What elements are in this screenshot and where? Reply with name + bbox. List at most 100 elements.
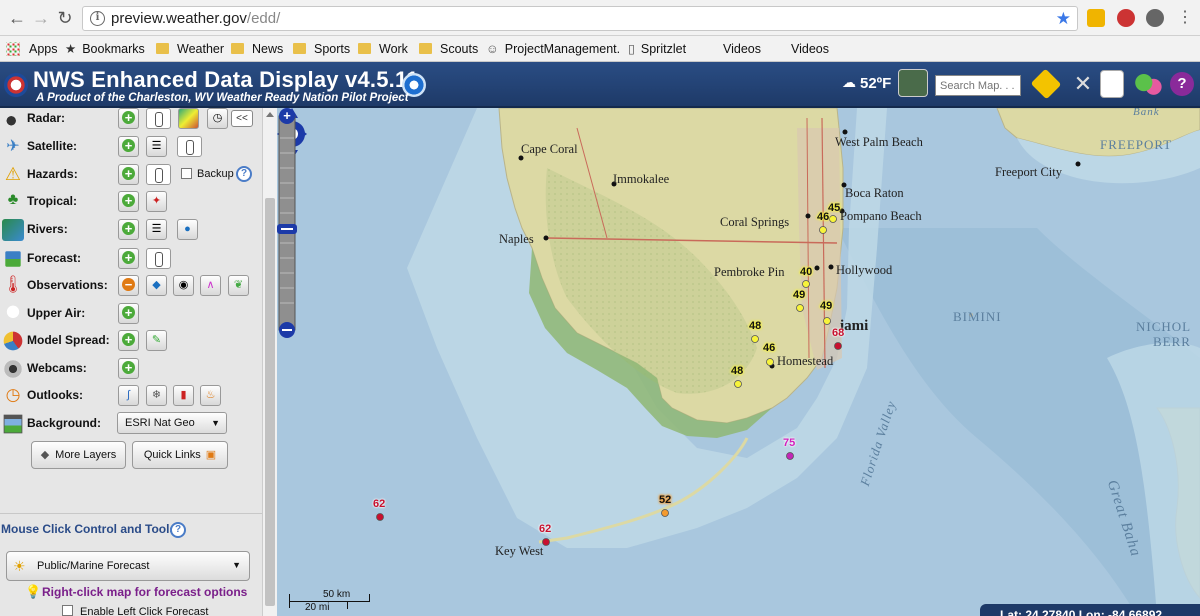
- bookmark-folder-scouts[interactable]: Scouts: [419, 40, 478, 58]
- river-icon: [2, 219, 24, 241]
- extension-icon[interactable]: [1117, 9, 1135, 27]
- rivers-list-button[interactable]: ☰: [146, 219, 167, 240]
- observation-value[interactable]: 49: [820, 300, 832, 312]
- forecast-opacity-slider[interactable]: [146, 248, 171, 269]
- hourglass-icon[interactable]: [898, 69, 928, 97]
- satellite-list-button[interactable]: ☰: [146, 136, 167, 157]
- radar-add-button[interactable]: [118, 108, 139, 129]
- observation-value[interactable]: 62: [539, 523, 551, 535]
- forecast-add-button[interactable]: [118, 248, 139, 269]
- bookmark-bookmarks[interactable]: ★ Bookmarks: [65, 40, 145, 58]
- tropical-add-button[interactable]: [118, 191, 139, 212]
- satellite-add-button[interactable]: [118, 136, 139, 157]
- backup-checkbox[interactable]: [181, 168, 192, 179]
- enable-left-click-checkbox[interactable]: [62, 605, 73, 616]
- rivers-flow-button[interactable]: ●: [177, 219, 198, 240]
- radar-collapse-button[interactable]: <<: [231, 110, 253, 127]
- water-drop-icon: ●: [184, 223, 191, 235]
- radar-loop-button[interactable]: ◷: [207, 108, 228, 129]
- observations-view-button[interactable]: ◉: [173, 275, 194, 296]
- chat-icon[interactable]: [1134, 70, 1162, 98]
- folder-icon: [293, 43, 306, 54]
- observation-value[interactable]: 75: [783, 437, 795, 449]
- zoom-slider[interactable]: +: [277, 108, 297, 338]
- forecast-type-select[interactable]: ☀ Public/Marine Forecast ▼: [6, 551, 250, 581]
- map-view[interactable]: + West Palm Beach Cape Coral Immokalee B…: [277, 108, 1200, 616]
- observation-value[interactable]: 52: [659, 494, 671, 506]
- extension-icon[interactable]: [1146, 9, 1164, 27]
- observation-value[interactable]: 46: [817, 211, 829, 223]
- webcams-add-button[interactable]: [118, 358, 139, 379]
- radar-opacity-slider[interactable]: [146, 108, 171, 129]
- search-map-input[interactable]: [935, 75, 1021, 96]
- observations-more-button[interactable]: ❦: [228, 275, 249, 296]
- bookmark-folder-weather[interactable]: Weather: [156, 40, 224, 58]
- more-layers-button[interactable]: ◆ More Layers: [31, 441, 126, 469]
- tropical-storm-button[interactable]: ✦: [146, 191, 167, 212]
- hazards-help-icon[interactable]: ?: [236, 166, 252, 182]
- help-icon[interactable]: ?: [1170, 72, 1194, 96]
- outlooks-tornado-button[interactable]: ∫: [118, 385, 139, 406]
- backup-label: Backup: [197, 168, 234, 180]
- back-arrow-icon[interactable]: ←: [6, 8, 28, 28]
- region-label: NICHOL: [1136, 319, 1192, 334]
- bookmark-folder-news[interactable]: News: [231, 40, 283, 58]
- city-label: iami: [840, 318, 869, 334]
- observation-value[interactable]: 45: [828, 202, 840, 214]
- layer-label-hazards: Hazards:: [27, 167, 78, 181]
- observation-value[interactable]: 62: [373, 498, 385, 510]
- forward-arrow-icon[interactable]: →: [30, 8, 52, 28]
- address-bar[interactable]: i preview.weather.gov/edd/ ★: [82, 6, 1078, 31]
- enable-left-click-option[interactable]: Enable Left Click Forecast: [62, 605, 208, 616]
- webcam-icon: [2, 358, 24, 380]
- site-info-icon[interactable]: i: [90, 11, 105, 26]
- background-select[interactable]: ESRI Nat Geo ▼: [117, 412, 227, 434]
- reload-icon[interactable]: ↻: [54, 8, 76, 28]
- scrollbar-thumb[interactable]: [265, 198, 275, 606]
- rivers-add-button[interactable]: [118, 219, 139, 240]
- road-hazard-icon[interactable]: [1030, 68, 1062, 100]
- extension-icon[interactable]: [1087, 9, 1105, 27]
- bookmark-project-management[interactable]: ☺ ProjectManagement.: [486, 40, 620, 58]
- bookmark-folder-sports[interactable]: Sports: [293, 40, 350, 58]
- menu-kebab-icon[interactable]: ⋮: [1174, 8, 1196, 28]
- url-host: preview.weather.gov: [111, 10, 247, 27]
- list-icon[interactable]: [1100, 70, 1124, 98]
- quick-links-button[interactable]: Quick Links ▣: [132, 441, 228, 469]
- city-label: Pompano Beach: [840, 209, 922, 223]
- model-spread-tool-button[interactable]: ✎: [146, 330, 167, 351]
- observation-value[interactable]: 40: [800, 266, 812, 278]
- observations-graph-button[interactable]: ∧: [200, 275, 221, 296]
- observation-value[interactable]: 48: [731, 365, 743, 377]
- observation-value[interactable]: 68: [832, 327, 844, 339]
- upper-air-add-button[interactable]: [118, 303, 139, 324]
- observation-value[interactable]: 49: [793, 289, 805, 301]
- observations-precip-button[interactable]: ◆: [146, 275, 167, 296]
- hazards-opacity-slider[interactable]: [146, 164, 171, 185]
- outlooks-temperature-button[interactable]: ▮: [173, 385, 194, 406]
- forecast-map-icon: [5, 251, 21, 267]
- observation-value[interactable]: 46: [763, 342, 775, 354]
- hazards-add-button[interactable]: [118, 164, 139, 185]
- bookmark-videos[interactable]: Videos: [723, 40, 761, 58]
- bookmark-star-icon[interactable]: ★: [1056, 7, 1071, 30]
- scale-bar: 50 km 20 mi: [285, 588, 371, 614]
- layer-label-satellite: Satellite:: [27, 139, 78, 153]
- panel-scrollbar[interactable]: [262, 108, 277, 616]
- bookmark-apps[interactable]: Apps: [6, 40, 58, 58]
- bookmark-spritzlet[interactable]: ▯ Spritzlet: [628, 40, 686, 58]
- model-spread-add-button[interactable]: [118, 330, 139, 351]
- tools-icon[interactable]: ✕: [1068, 70, 1098, 98]
- outlooks-winter-button[interactable]: ❄: [146, 385, 167, 406]
- bookmark-videos[interactable]: Videos: [791, 40, 829, 58]
- observation-value[interactable]: 48: [749, 320, 761, 332]
- scroll-up-arrow-icon[interactable]: [266, 112, 274, 117]
- bookmark-folder-work[interactable]: Work: [358, 40, 408, 58]
- satellite-opacity-slider[interactable]: [177, 136, 202, 157]
- layer-row-satellite: ✈ Satellite: ☰: [0, 136, 262, 158]
- outlooks-fire-button[interactable]: ♨: [200, 385, 221, 406]
- observations-remove-button[interactable]: [118, 275, 139, 296]
- region-label: BIMINI: [953, 309, 1002, 324]
- radar-legend-button[interactable]: [178, 108, 199, 129]
- mouse-click-help-icon[interactable]: ?: [170, 522, 186, 538]
